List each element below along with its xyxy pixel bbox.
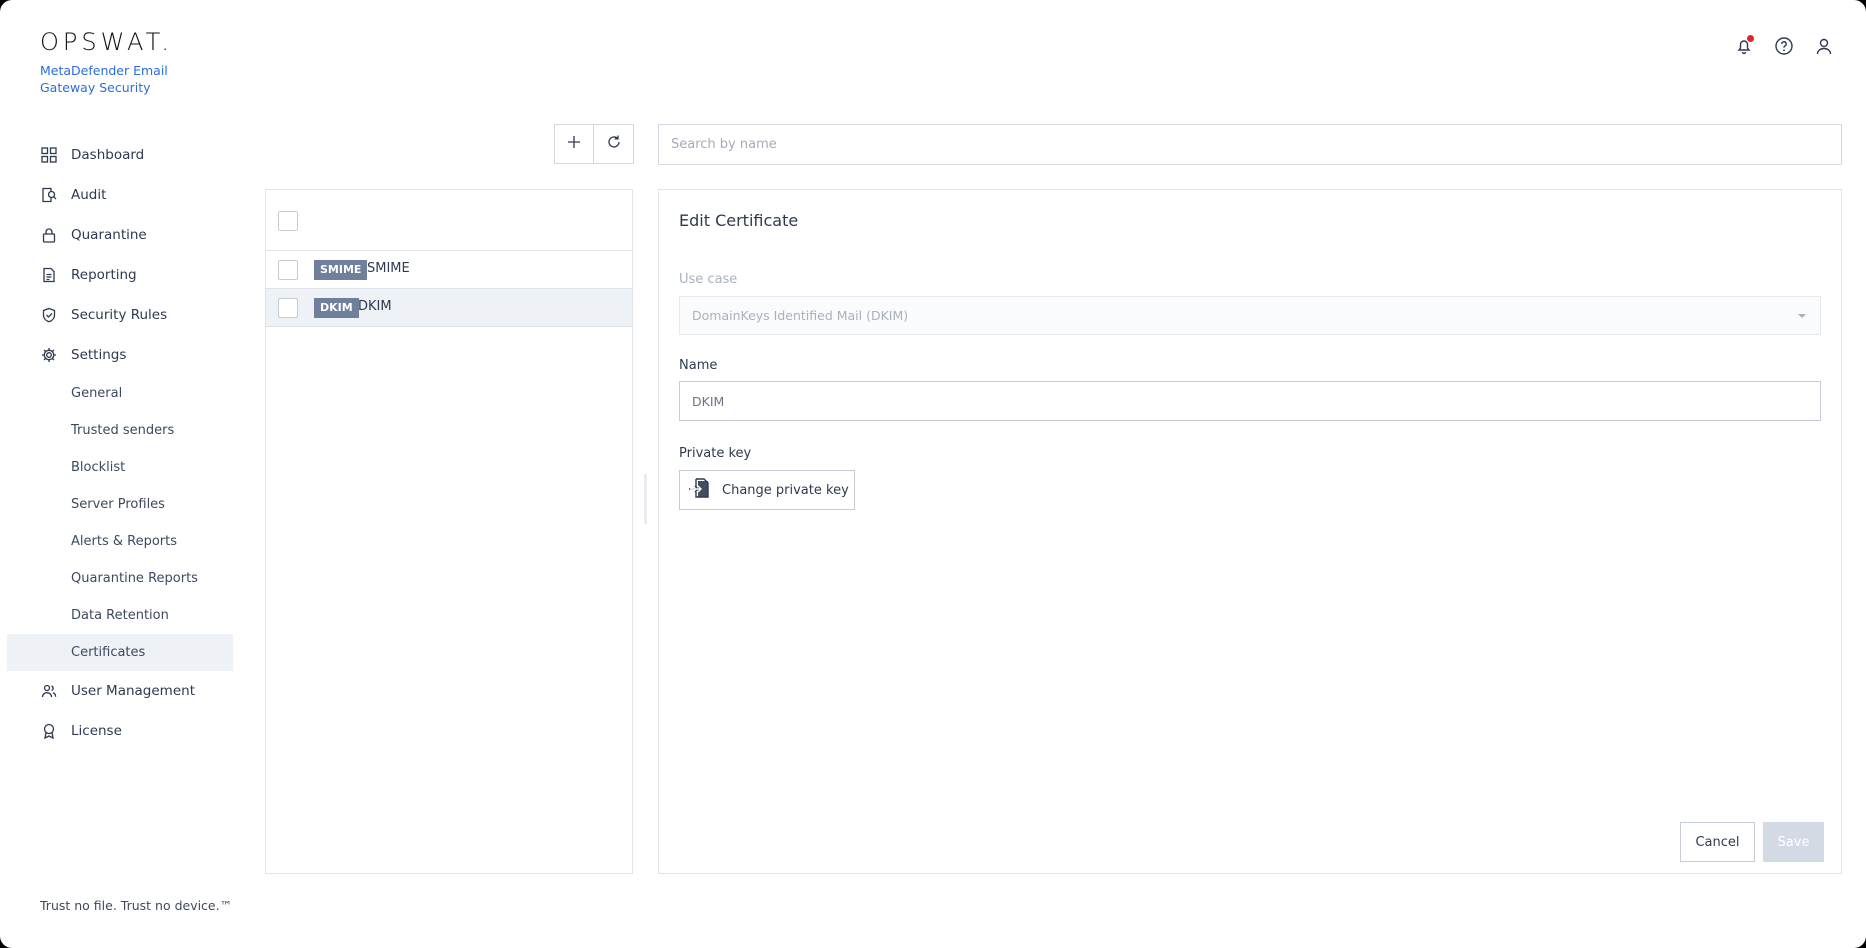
type-badge: DKIM bbox=[314, 298, 359, 318]
file-import-icon bbox=[688, 477, 710, 503]
certificate-list: SMIME SMIME DKIM DKIM bbox=[265, 189, 633, 874]
save-button[interactable]: Save bbox=[1763, 822, 1824, 862]
award-icon bbox=[41, 723, 57, 740]
panel-resize-handle[interactable] bbox=[644, 474, 647, 524]
plus-icon bbox=[566, 134, 582, 154]
sidebar-nav: Dashboard Audit Quarantine Reporting Sec… bbox=[7, 135, 233, 751]
logo-wordmark: OPSWAT. bbox=[40, 28, 174, 56]
use-case-label: Use case bbox=[679, 272, 738, 287]
sidebar-item-audit[interactable]: Audit bbox=[7, 175, 233, 215]
settings-submenu: General Trusted senders Blocklist Server… bbox=[7, 375, 233, 671]
notification-dot bbox=[1747, 35, 1754, 42]
sidebar-subitem-general[interactable]: General bbox=[7, 375, 233, 412]
sidebar-subitem-data-retention[interactable]: Data Retention bbox=[7, 597, 233, 634]
sidebar-item-label: Dashboard bbox=[71, 147, 145, 163]
sidebar-item-license[interactable]: License bbox=[7, 711, 233, 751]
document-icon bbox=[41, 267, 57, 283]
name-label: Name bbox=[679, 358, 718, 373]
use-case-value: DomainKeys Identified Mail (DKIM) bbox=[692, 308, 909, 323]
sidebar-item-label: License bbox=[71, 723, 122, 739]
product-name: MetaDefender Email Gateway Security bbox=[40, 63, 168, 95]
sidebar-subitem-server-profiles[interactable]: Server Profiles bbox=[7, 486, 233, 523]
add-button[interactable] bbox=[554, 124, 594, 164]
gear-icon bbox=[41, 347, 57, 363]
users-icon bbox=[41, 683, 57, 699]
sidebar-subitem-trusted-senders[interactable]: Trusted senders bbox=[7, 412, 233, 449]
dashboard-icon bbox=[41, 147, 57, 163]
sidebar-item-dashboard[interactable]: Dashboard bbox=[7, 135, 233, 175]
shield-check-icon bbox=[41, 307, 57, 323]
sidebar-item-label: Reporting bbox=[71, 267, 137, 283]
row-checkbox[interactable] bbox=[278, 298, 298, 318]
sidebar-item-label: Settings bbox=[71, 347, 127, 363]
lock-icon bbox=[41, 227, 57, 243]
sidebar-item-user-management[interactable]: User Management bbox=[7, 671, 233, 711]
list-item[interactable]: SMIME SMIME bbox=[266, 251, 632, 289]
sidebar-subitem-quarantine-reports[interactable]: Quarantine Reports bbox=[7, 560, 233, 597]
search-input[interactable] bbox=[658, 124, 1842, 165]
list-item[interactable]: DKIM DKIM bbox=[266, 289, 632, 327]
sidebar-item-label: User Management bbox=[71, 683, 195, 699]
sidebar-item-label: Audit bbox=[71, 187, 107, 203]
sidebar-item-label: Security Rules bbox=[71, 307, 168, 323]
sidebar-subitem-certificates[interactable]: Certificates bbox=[7, 634, 233, 671]
user-icon[interactable] bbox=[1814, 36, 1834, 56]
tagline: Trust no file. Trust no device.™ bbox=[40, 898, 233, 913]
change-private-key-label: Change private key bbox=[722, 482, 849, 498]
list-toolbar bbox=[554, 124, 634, 164]
help-icon[interactable] bbox=[1774, 36, 1794, 56]
type-badge: SMIME bbox=[314, 260, 368, 280]
sidebar-subitem-blocklist[interactable]: Blocklist bbox=[7, 449, 233, 486]
cancel-button[interactable]: Cancel bbox=[1680, 822, 1755, 862]
private-key-label: Private key bbox=[679, 446, 752, 461]
brand-logo[interactable]: OPSWAT. MetaDefender Email Gateway Secur… bbox=[40, 28, 180, 96]
change-private-key-button[interactable]: Change private key bbox=[679, 470, 855, 510]
refresh-icon bbox=[606, 134, 622, 154]
sidebar-subitem-alerts-reports[interactable]: Alerts & Reports bbox=[7, 523, 233, 560]
chevron-down-icon bbox=[1798, 314, 1806, 318]
app-window: OPSWAT. MetaDefender Email Gateway Secur… bbox=[0, 0, 1866, 948]
panel-title: Edit Certificate bbox=[679, 211, 799, 230]
certificate-name: SMIME bbox=[367, 261, 410, 276]
edit-certificate-panel: Edit Certificate Use case DomainKeys Ide… bbox=[658, 189, 1842, 874]
sidebar-item-security-rules[interactable]: Security Rules bbox=[7, 295, 233, 335]
sidebar-item-label: Quarantine bbox=[71, 227, 147, 243]
name-field[interactable] bbox=[679, 381, 1821, 421]
certificate-name: DKIM bbox=[358, 299, 392, 314]
use-case-select: DomainKeys Identified Mail (DKIM) bbox=[679, 296, 1821, 335]
list-header bbox=[266, 190, 632, 251]
audit-icon bbox=[41, 187, 57, 203]
sidebar-item-settings[interactable]: Settings bbox=[7, 335, 233, 375]
select-all-checkbox[interactable] bbox=[278, 211, 298, 231]
refresh-button[interactable] bbox=[594, 124, 634, 164]
row-checkbox[interactable] bbox=[278, 260, 298, 280]
sidebar-item-reporting[interactable]: Reporting bbox=[7, 255, 233, 295]
sidebar-item-quarantine[interactable]: Quarantine bbox=[7, 215, 233, 255]
header-actions bbox=[1734, 35, 1834, 56]
bell-icon[interactable] bbox=[1734, 35, 1754, 56]
